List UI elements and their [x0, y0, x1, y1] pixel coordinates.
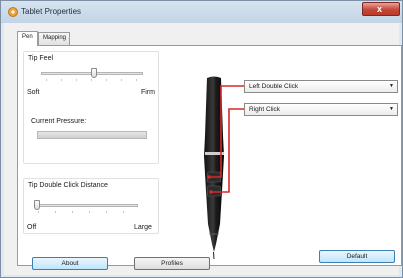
double-click-min-label: Off [27, 224, 37, 231]
tip-feel-max-label: Firm [141, 89, 155, 96]
upper-button-select[interactable]: Left Double Click ▼ [244, 80, 398, 93]
lower-button-value: Right Click [249, 106, 281, 113]
tablet-properties-window: Tablet Properties x Pen Mapping Tip Feel [0, 0, 403, 278]
window-title: Tablet Properties [21, 7, 82, 16]
profiles-button[interactable]: Profiles [134, 257, 210, 270]
slider-tick [61, 79, 62, 81]
tip-feel-slider-thumb[interactable] [91, 68, 97, 78]
chevron-down-icon: ▼ [389, 83, 394, 89]
tip-feel-heading: Tip Feel [28, 55, 54, 62]
default-button[interactable]: Default [319, 250, 395, 263]
double-click-heading: Tip Double Click Distance [28, 182, 108, 189]
current-pressure-label: Current Pressure: [31, 118, 87, 125]
dialog-client-area: Pen Mapping Tip Feel Soft Firm Current P… [4, 23, 402, 275]
slider-tick [123, 211, 124, 213]
double-click-slider-thumb[interactable] [34, 200, 40, 210]
double-click-max-label: Large [134, 224, 152, 231]
about-button[interactable]: About [32, 257, 108, 270]
default-button-label: Default [346, 253, 368, 260]
tip-feel-min-label: Soft [27, 89, 40, 96]
upper-button-value: Left Double Click [249, 83, 299, 90]
pen-settings-panel: Tip Feel Soft Firm Current Pressure: Tip… [17, 45, 402, 266]
slider-tick [136, 79, 137, 81]
slider-tick [106, 211, 107, 213]
current-pressure-bar [37, 131, 147, 139]
tab-mapping-label: Mapping [43, 35, 67, 41]
slider-tick [55, 211, 56, 213]
tab-mapping[interactable]: Mapping [38, 32, 70, 45]
slider-tick [38, 211, 39, 213]
slider-tick [72, 211, 73, 213]
close-icon: x [377, 4, 383, 14]
tip-double-click-group: Tip Double Click Distance Off Large [23, 178, 159, 234]
stylus-pen-image [204, 76, 224, 260]
slider-tick [106, 79, 107, 81]
close-button[interactable]: x [362, 2, 400, 16]
profiles-button-label: Profiles [161, 260, 183, 267]
slider-tick [89, 211, 90, 213]
slider-tick [46, 79, 47, 81]
lower-button-select[interactable]: Right Click ▼ [244, 103, 398, 116]
tab-pen-label: Pen [22, 34, 33, 40]
slider-tick [91, 79, 92, 81]
title-bar[interactable]: Tablet Properties x [1, 1, 402, 23]
tip-feel-group: Tip Feel Soft Firm Current Pressure: [23, 51, 159, 164]
tablet-app-icon [8, 7, 18, 17]
pen-illustration-area [178, 76, 251, 261]
chevron-down-icon: ▼ [389, 106, 394, 112]
tab-pen[interactable]: Pen [17, 31, 38, 46]
slider-tick [121, 79, 122, 81]
about-button-label: About [61, 260, 79, 267]
slider-tick [76, 79, 77, 81]
double-click-slider-track[interactable] [34, 204, 138, 207]
